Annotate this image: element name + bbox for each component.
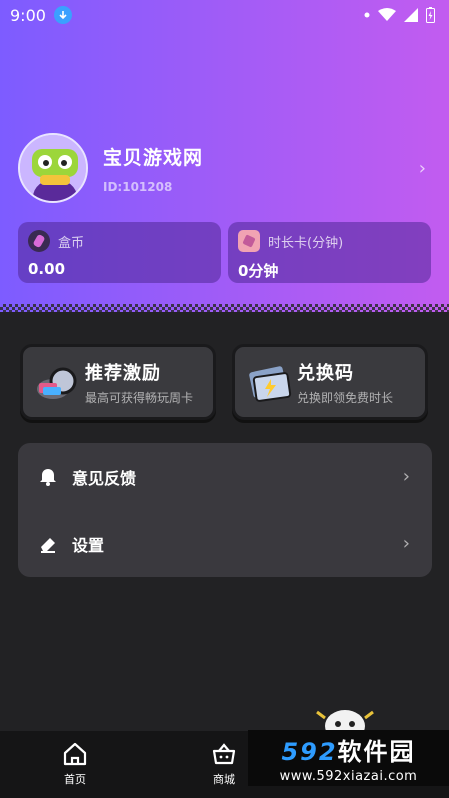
tab-home[interactable]: 首页: [45, 741, 105, 787]
chevron-right-icon: ›: [402, 533, 410, 554]
profile-row[interactable]: 宝贝游戏网 ID:101208 ›: [18, 132, 432, 204]
tab-label: 商城: [213, 773, 235, 786]
site-watermark: 592软件园 www.592xiazai.com: [248, 730, 449, 786]
menu-item-settings[interactable]: 设置 ›: [18, 510, 432, 577]
coin-balance-value: 0.00: [28, 260, 66, 278]
bell-icon: [40, 468, 56, 486]
profile-uid: ID:101208: [103, 179, 173, 194]
menu-item-label: 设置: [72, 535, 105, 555]
tab-shop[interactable]: 商城: [194, 741, 254, 787]
ticket-icon: [249, 366, 292, 402]
time-card-icon: [238, 230, 260, 252]
home-icon: [63, 742, 87, 766]
download-icon: [53, 6, 72, 24]
coin-balance-label: 盒币: [58, 235, 85, 251]
coin-balance-card[interactable]: 盒币 0.00: [18, 222, 221, 283]
eraser-icon: [41, 537, 55, 553]
promo-subtitle: 最高可获得畅玩周卡: [85, 391, 194, 405]
time-card-value: 0分钟: [238, 262, 279, 280]
status-bar: 9:00: [0, 0, 449, 30]
promo-title: 兑换码: [297, 363, 354, 384]
profile-name: 宝贝游戏网: [103, 146, 204, 169]
menu-item-label: 意见反馈: [72, 468, 137, 488]
cellular-icon: [404, 8, 418, 22]
profile-info: 宝贝游戏网 ID:101208: [103, 143, 203, 194]
time-card-label: 时长卡(分钟): [268, 235, 344, 251]
chevron-right-icon[interactable]: ›: [419, 158, 426, 179]
menu-item-feedback[interactable]: 意见反馈 ›: [18, 443, 432, 510]
redeem-code-button[interactable]: 兑换码 兑换即领免费时长: [232, 344, 428, 420]
shop-basket-icon: [212, 743, 236, 765]
chevron-right-icon: ›: [402, 466, 410, 487]
referral-reward-button[interactable]: 推荐激励 最高可获得畅玩周卡: [20, 344, 216, 420]
avatar[interactable]: [18, 133, 88, 203]
magnifier-reward-icon: [37, 367, 77, 399]
battery-icon: [426, 7, 435, 23]
tab-label: 首页: [64, 773, 86, 786]
coin-icon: [28, 230, 50, 252]
watermark-number: 592: [281, 738, 338, 766]
status-time: 9:00: [10, 5, 46, 25]
wifi-icon: [378, 8, 396, 21]
promo-title: 推荐激励: [85, 363, 161, 384]
time-card-balance[interactable]: 时长卡(分钟) 0分钟: [228, 222, 431, 283]
watermark-brand: 软件园: [337, 738, 416, 766]
promo-subtitle: 兑换即领免费时长: [297, 391, 394, 405]
settings-menu: 意见反馈 › 设置 ›: [18, 443, 432, 577]
watermark-url: www.592xiazai.com: [279, 769, 418, 784]
signal-dot-icon: [364, 12, 370, 18]
